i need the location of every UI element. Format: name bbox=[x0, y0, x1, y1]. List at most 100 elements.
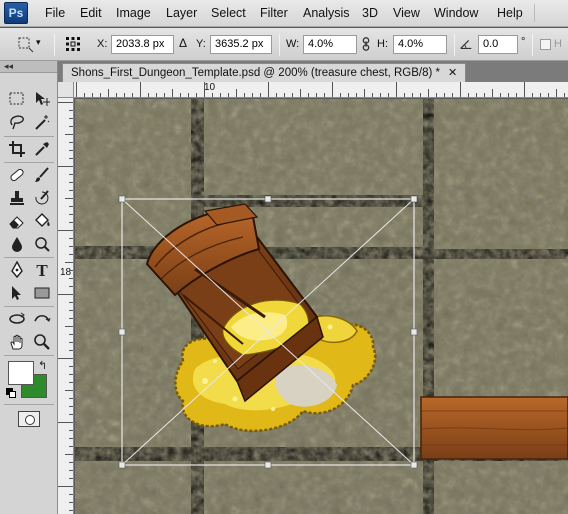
x-label: X: bbox=[97, 38, 108, 50]
type-icon[interactable]: T bbox=[31, 260, 53, 280]
menu-layer[interactable]: Layer bbox=[166, 6, 197, 20]
rectangle-shape-icon[interactable] bbox=[31, 283, 53, 303]
ruler-tick bbox=[548, 93, 549, 97]
ruler-tick bbox=[69, 118, 73, 119]
ruler-tick bbox=[364, 89, 365, 97]
skew-checkbox[interactable] bbox=[540, 39, 551, 50]
ruler-tick bbox=[212, 93, 213, 97]
swap-colors-icon[interactable]: ↰ bbox=[38, 359, 47, 372]
path-selection-icon[interactable] bbox=[6, 283, 28, 303]
ruler-origin[interactable] bbox=[58, 82, 74, 98]
transform-handle-left[interactable] bbox=[118, 328, 126, 336]
ruler-tick bbox=[148, 93, 149, 97]
move-icon[interactable] bbox=[31, 89, 53, 109]
dodge-icon[interactable] bbox=[31, 234, 53, 254]
3d-rotate-icon[interactable] bbox=[6, 309, 28, 329]
options-bar: ▾ X: 2033.8 px Δ Y: 3635.2 px W: 4.0% H:… bbox=[0, 28, 568, 61]
ruler-tick bbox=[69, 310, 73, 311]
reference-point-locator-icon[interactable] bbox=[62, 34, 84, 54]
transform-handle-top-left[interactable] bbox=[118, 195, 126, 203]
menu-edit[interactable]: Edit bbox=[80, 6, 102, 20]
crop-icon[interactable] bbox=[6, 139, 28, 159]
menu-help[interactable]: Help bbox=[497, 6, 523, 20]
menu-filter[interactable]: Filter bbox=[260, 6, 288, 20]
rotation-field[interactable]: 0.0 bbox=[478, 35, 518, 54]
healing-brush-icon[interactable] bbox=[6, 165, 28, 185]
horizontal-ruler[interactable]: 10 bbox=[74, 82, 568, 98]
menu-view[interactable]: View bbox=[393, 6, 420, 20]
tools-panel: ◂◂ T ↰ bbox=[0, 61, 58, 514]
transform-handle-right[interactable] bbox=[410, 328, 418, 336]
tools-panel-header[interactable]: ◂◂ bbox=[0, 61, 57, 73]
transform-tool-preset-icon[interactable] bbox=[14, 34, 36, 54]
ruler-tick bbox=[300, 89, 301, 97]
ruler-tick bbox=[69, 142, 73, 143]
x-position-field[interactable]: 2033.8 px bbox=[111, 35, 174, 54]
photoshop-logo[interactable]: Ps bbox=[4, 2, 28, 24]
ruler-tick bbox=[69, 182, 73, 183]
ruler-tick bbox=[372, 93, 373, 97]
ruler-tick bbox=[308, 93, 309, 97]
3d-orbit-icon[interactable] bbox=[31, 309, 53, 329]
paint-bucket-icon[interactable] bbox=[31, 211, 53, 231]
ruler-tick bbox=[69, 126, 73, 127]
ruler-tick bbox=[69, 190, 73, 191]
ruler-tick bbox=[220, 93, 221, 97]
transform-handle-top-right[interactable] bbox=[410, 195, 418, 203]
menu-image[interactable]: Image bbox=[116, 6, 151, 20]
quick-mask-icon[interactable] bbox=[18, 411, 40, 427]
ruler-tick bbox=[58, 486, 73, 487]
menu-select[interactable]: Select bbox=[211, 6, 246, 20]
hand-icon[interactable] bbox=[6, 332, 28, 352]
transform-handle-bottom-left[interactable] bbox=[118, 461, 126, 469]
ruler-tick bbox=[69, 334, 73, 335]
ruler-tick bbox=[452, 93, 453, 97]
y-label: Y: bbox=[196, 38, 206, 50]
preset-dropdown-icon[interactable]: ▾ bbox=[36, 37, 41, 48]
document-canvas[interactable] bbox=[75, 99, 568, 514]
vertical-ruler[interactable]: 18 bbox=[58, 98, 74, 514]
eyedropper-icon[interactable] bbox=[31, 139, 53, 159]
close-tab-icon[interactable]: ✕ bbox=[448, 67, 457, 79]
ruler-tick bbox=[69, 238, 73, 239]
lasso-icon[interactable] bbox=[6, 112, 28, 132]
document-tab[interactable]: Shons_First_Dungeon_Template.psd @ 200% … bbox=[62, 63, 467, 82]
height-field[interactable]: 4.0% bbox=[393, 35, 447, 54]
skew-field-label: H bbox=[554, 38, 562, 50]
menu-3d[interactable]: 3D bbox=[362, 6, 378, 20]
ruler-tick bbox=[58, 358, 73, 359]
ruler-tick bbox=[69, 374, 73, 375]
blur-icon[interactable] bbox=[6, 234, 28, 254]
ruler-tick bbox=[172, 89, 173, 97]
link-aspect-ratio-icon[interactable] bbox=[358, 34, 374, 54]
ruler-tick bbox=[204, 82, 205, 97]
relative-position-icon[interactable]: Δ bbox=[179, 36, 187, 50]
ruler-tick bbox=[69, 398, 73, 399]
y-position-field[interactable]: 3635.2 px bbox=[210, 35, 272, 54]
ruler-tick bbox=[69, 366, 73, 367]
ruler-tick bbox=[69, 406, 73, 407]
menu-file[interactable]: File bbox=[45, 6, 65, 20]
ruler-tick bbox=[500, 93, 501, 97]
transform-handle-bottom[interactable] bbox=[264, 461, 272, 469]
transform-handle-bottom-right[interactable] bbox=[410, 461, 418, 469]
ruler-tick bbox=[69, 278, 73, 279]
transform-handle-top[interactable] bbox=[264, 195, 272, 203]
magic-wand-icon[interactable] bbox=[31, 112, 53, 132]
foreground-color-swatch[interactable] bbox=[8, 361, 34, 385]
history-brush-icon[interactable] bbox=[31, 188, 53, 208]
marquee-icon[interactable] bbox=[6, 89, 28, 109]
width-field[interactable]: 4.0% bbox=[303, 35, 357, 54]
zoom-icon[interactable] bbox=[31, 332, 53, 352]
menu-window[interactable]: Window bbox=[434, 6, 478, 20]
brush-icon[interactable] bbox=[31, 165, 53, 185]
ruler-tick bbox=[58, 422, 73, 423]
clone-stamp-icon[interactable] bbox=[6, 188, 28, 208]
ruler-tick bbox=[69, 302, 73, 303]
eraser-icon[interactable] bbox=[6, 211, 28, 231]
ruler-tick bbox=[76, 82, 77, 97]
ruler-tick bbox=[428, 89, 429, 97]
default-colors-icon[interactable] bbox=[6, 388, 16, 398]
menu-analysis[interactable]: Analysis bbox=[303, 6, 350, 20]
pen-icon[interactable] bbox=[6, 260, 28, 280]
